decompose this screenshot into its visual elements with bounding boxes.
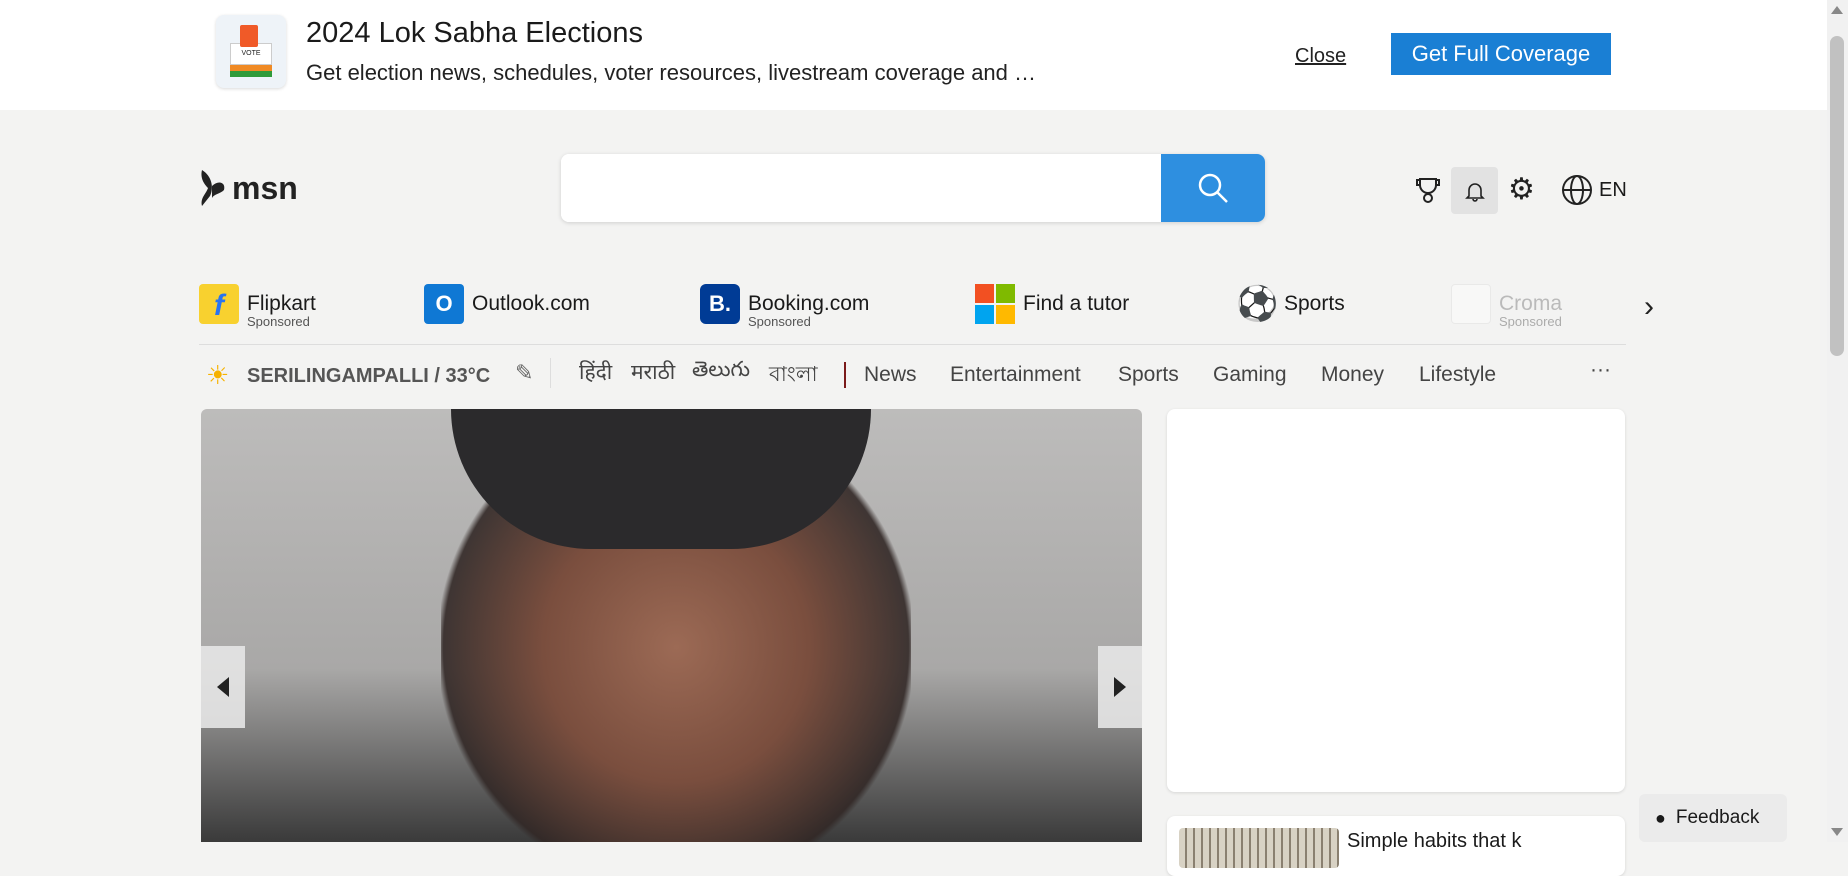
- microsoft-icon: [975, 284, 1015, 324]
- rewards-trophy-icon[interactable]: [1414, 176, 1442, 209]
- lang-marathi[interactable]: मराठी: [631, 358, 675, 386]
- sports-icon: ⚽: [1236, 285, 1279, 323]
- shortcut-sports[interactable]: ⚽ Sports: [1236, 284, 1345, 324]
- globe-icon: [1562, 175, 1592, 205]
- news-card[interactable]: Simple habits that k: [1167, 816, 1625, 876]
- sun-weather-icon: ☀: [206, 360, 230, 390]
- banner-title: 2024 Lok Sabha Elections: [306, 17, 643, 49]
- language-selector[interactable]: EN: [1561, 174, 1627, 206]
- sponsored-label: Sponsored: [748, 314, 811, 329]
- edit-pencil-icon[interactable]: ✎: [515, 360, 533, 386]
- triangle-left-icon: [217, 677, 229, 697]
- news-thumbnail: [1179, 828, 1339, 868]
- notifications-button[interactable]: [1451, 167, 1498, 214]
- nav-sports[interactable]: Sports: [1118, 363, 1179, 387]
- feedback-icon: ●: [1655, 807, 1666, 828]
- outlook-icon: O: [424, 284, 464, 324]
- more-options-icon[interactable]: ···: [1590, 358, 1611, 382]
- flipkart-icon: f: [199, 284, 239, 324]
- sponsored-label: Sponsored: [1499, 314, 1562, 329]
- vote-box-icon: VOTE: [216, 15, 286, 88]
- get-full-coverage-button[interactable]: Get Full Coverage: [1391, 33, 1611, 75]
- settings-gear-icon[interactable]: ⚙: [1508, 175, 1535, 205]
- shortcut-label: Flipkart: [247, 292, 316, 315]
- shortcut-label: Croma: [1499, 292, 1563, 315]
- election-banner: VOTE 2024 Lok Sabha Elections Get electi…: [0, 0, 1827, 110]
- nav-gaming[interactable]: Gaming: [1213, 363, 1287, 387]
- scroll-up-icon[interactable]: [1831, 6, 1843, 14]
- search-button[interactable]: [1161, 154, 1265, 222]
- hero-news-image[interactable]: [201, 409, 1142, 842]
- close-button[interactable]: Close: [1295, 45, 1346, 68]
- nav-lifestyle[interactable]: Lifestyle: [1419, 363, 1496, 387]
- shortcut-label: Outlook.com: [472, 292, 590, 315]
- carousel-next-button[interactable]: [1098, 646, 1142, 728]
- nav-news[interactable]: News: [864, 363, 917, 387]
- booking-icon: B.: [700, 284, 740, 324]
- logo-text: msn: [232, 169, 298, 206]
- shortcut-label: Find a tutor: [1023, 292, 1130, 315]
- banner-subtitle: Get election news, schedules, voter reso…: [306, 60, 1037, 85]
- shortcuts-next-chevron-icon[interactable]: ›: [1644, 290, 1654, 324]
- nav-money[interactable]: Money: [1321, 363, 1384, 387]
- scrollbar-thumb[interactable]: [1830, 36, 1844, 356]
- shortcut-label: Booking.com: [748, 292, 870, 315]
- feedback-button[interactable]: ● Feedback: [1639, 794, 1787, 842]
- sponsored-label: Sponsored: [247, 314, 310, 329]
- search-input[interactable]: [561, 154, 1151, 222]
- ad-card: [1167, 409, 1625, 792]
- shortcut-flipkart[interactable]: f Flipkart Sponsored: [199, 284, 316, 329]
- butterfly-icon: [201, 170, 225, 206]
- shortcut-label: Sports: [1284, 292, 1345, 315]
- search-icon: [1198, 173, 1228, 203]
- lang-bengali[interactable]: বাংলা: [769, 358, 818, 393]
- nav-entertainment[interactable]: Entertainment: [950, 363, 1081, 387]
- feedback-label: Feedback: [1675, 807, 1760, 828]
- croma-icon: [1451, 284, 1491, 324]
- search-box[interactable]: [561, 154, 1265, 222]
- bell-icon: [1464, 182, 1485, 202]
- weather-location[interactable]: SERILINGAMPALLI / 33°C: [247, 365, 490, 388]
- shortcut-croma[interactable]: Croma Sponsored: [1451, 284, 1562, 329]
- divider: [199, 344, 1626, 345]
- lang-hindi[interactable]: हिंदी: [579, 358, 612, 386]
- scroll-down-icon[interactable]: [1831, 828, 1843, 836]
- triangle-right-icon: [1114, 677, 1126, 697]
- msn-logo[interactable]: msn: [198, 168, 298, 208]
- carousel-prev-button[interactable]: [201, 646, 245, 728]
- language-code: EN: [1599, 178, 1627, 201]
- shortcut-outlook[interactable]: O Outlook.com: [424, 284, 590, 324]
- shortcut-booking[interactable]: B. Booking.com Sponsored: [700, 284, 869, 329]
- shortcut-find-a-tutor[interactable]: Find a tutor: [975, 284, 1129, 324]
- lang-telugu[interactable]: తెలుగు: [692, 358, 750, 387]
